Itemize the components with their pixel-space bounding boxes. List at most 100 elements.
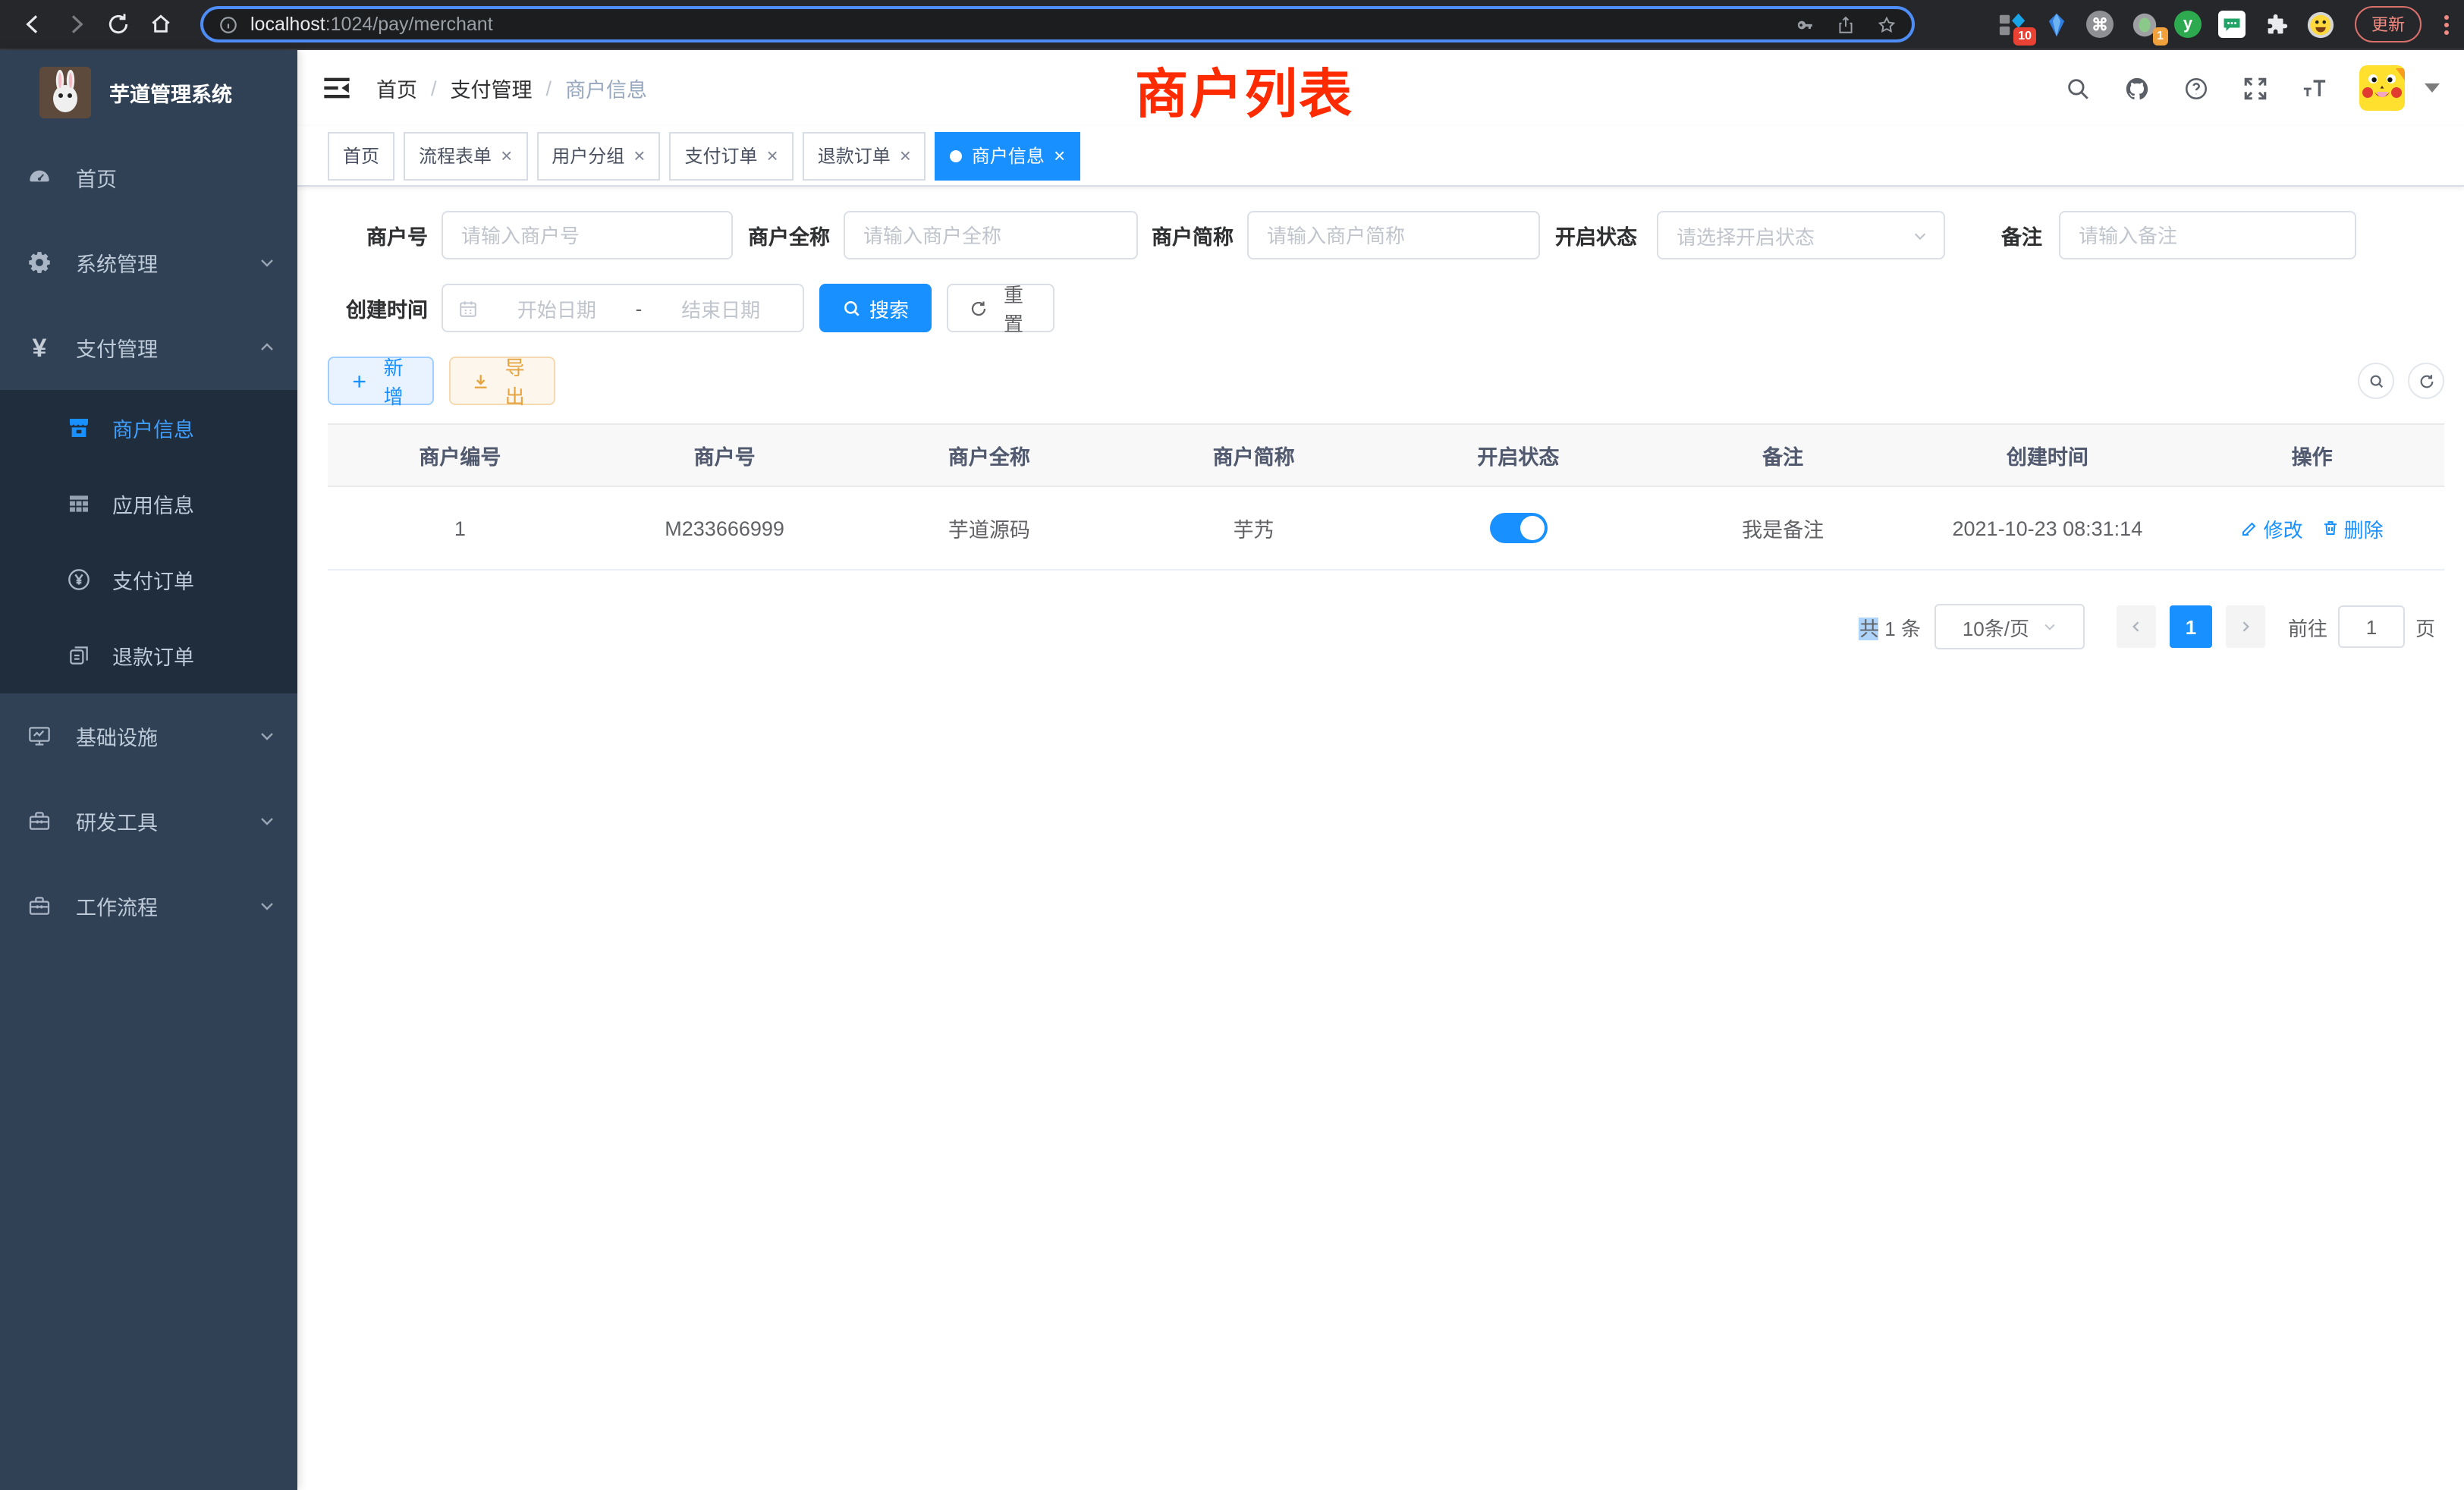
update-button[interactable]: 更新 [2355,6,2422,42]
document-icon [67,643,91,668]
delete-link[interactable]: 删除 [2321,514,2384,542]
tab-merchant-info[interactable]: 商户信息 × [935,131,1080,180]
plus-icon [350,371,368,391]
next-page-button[interactable] [2226,605,2265,648]
extension-command-icon[interactable]: ⌘ [2085,9,2115,39]
content: 首页 / 支付管理 / 商户信息 首页 流程表单× [297,50,2464,1490]
table-header-row: 商户编号 商户号 商户全称 商户简称 开启状态 备注 创建时间 操作 [328,425,2444,487]
close-icon[interactable]: × [501,146,512,165]
briefcase-icon [27,894,52,918]
tab-process-form[interactable]: 流程表单× [404,131,527,180]
chevron-left-icon [2129,619,2144,634]
export-button-label: 导出 [497,352,533,410]
tab-user-group[interactable]: 用户分组× [536,131,660,180]
sidebar-item-label: 支付管理 [76,332,158,363]
sidebar-item-dev-tools[interactable]: 研发工具 [0,778,297,863]
sidebar-item-app-info[interactable]: 应用信息 [0,466,297,542]
col-remark: 备注 [1651,425,1916,486]
close-icon[interactable]: × [1054,146,1065,165]
user-avatar[interactable] [2359,65,2405,111]
table-row: 1 M233666999 芋道源码 芋艿 我是备注 2021-10-23 08:… [328,487,2444,571]
extension-yuque-icon[interactable]: y [2173,9,2203,39]
edit-link[interactable]: 修改 [2241,514,2303,542]
close-icon[interactable]: × [900,146,911,165]
back-icon[interactable] [15,6,52,42]
share-icon[interactable] [1836,14,1856,34]
col-status: 开启状态 [1386,425,1651,486]
sidebar-item-merchant-info[interactable]: 商户信息 [0,390,297,466]
tab-refund-order[interactable]: 退款订单× [803,131,926,180]
page-size-select[interactable]: 10条/页 [1934,604,2085,649]
extension-account-icon[interactable]: 1 [2129,9,2159,39]
reset-button[interactable]: 重置 [947,284,1054,332]
sidebar-item-pay-order[interactable]: 支付订单 [0,542,297,618]
url-text[interactable]: localhost:1024/pay/merchant [250,14,1783,35]
password-key-icon[interactable] [1795,14,1815,34]
status-toggle[interactable] [1489,513,1547,543]
col-merchant-no: 商户号 [592,425,857,486]
sidebar-item-home[interactable]: 首页 [0,135,297,220]
close-icon[interactable]: × [633,146,645,165]
reload-icon[interactable] [100,6,137,42]
bookmark-star-icon[interactable] [1877,14,1897,34]
navbar: 首页 / 支付管理 / 商户信息 [297,50,2464,126]
edit-pencil-icon [2241,519,2259,537]
font-size-icon[interactable] [2300,74,2327,102]
page-number-1[interactable]: 1 [2170,605,2212,648]
sidebar-item-label: 系统管理 [76,247,158,278]
status-select[interactable]: 请选择开启状态 [1657,211,1945,259]
export-button[interactable]: 导出 [449,357,555,405]
tab-label: 商户信息 [972,143,1045,168]
home-icon[interactable] [143,6,179,42]
command-glyph: ⌘ [2086,11,2114,38]
user-menu-caret-icon[interactable] [2425,83,2440,93]
sidebar-collapse-icon[interactable] [322,73,352,103]
extension-emoji-icon[interactable] [2305,9,2335,39]
delete-label: 删除 [2344,514,2384,542]
tab-pay-order[interactable]: 支付订单× [669,131,793,180]
extension-chat-icon[interactable] [2217,9,2247,39]
fullscreen-icon[interactable] [2241,74,2268,102]
sidebar-item-refund-order[interactable]: 退款订单 [0,618,297,693]
browser-menu-icon[interactable] [2444,14,2449,34]
col-actions: 操作 [2180,425,2444,486]
full-name-input[interactable] [844,211,1138,259]
tab-home[interactable]: 首页 [328,131,394,180]
refresh-table-button[interactable] [2408,363,2444,399]
breadcrumb-home[interactable]: 首页 [376,73,417,103]
close-icon[interactable]: × [767,146,778,165]
help-icon[interactable] [2182,74,2209,102]
search-button[interactable]: 搜索 [819,284,932,332]
merchant-no-input[interactable] [442,211,733,259]
sidebar-logo[interactable]: 芋道管理系统 [0,50,297,135]
toggle-search-button[interactable] [2358,363,2394,399]
create-time-range-picker[interactable]: 开始日期 - 结束日期 [442,284,804,332]
forward-icon[interactable] [58,6,94,42]
address-bar[interactable]: localhost:1024/pay/merchant [200,6,1915,42]
page-size-value: 10条/页 [1963,612,2029,641]
pagination-total: 共 1 条 [1859,612,1921,641]
site-info-icon[interactable] [218,14,238,34]
short-name-input[interactable] [1247,211,1540,259]
active-dot [951,149,963,162]
extensions-puzzle-icon[interactable] [2261,9,2291,39]
cell-create-time: 2021-10-23 08:31:14 [1916,487,2180,569]
tags-view-bar: 首页 流程表单× 用户分组× 支付订单× 退款订单× 商户信息 × [297,126,2464,187]
sidebar-item-label: 基础设施 [76,721,158,751]
extension-blocks-icon[interactable]: 10 [1997,9,2027,39]
sidebar-item-workflow[interactable]: 工作流程 [0,863,297,948]
cell-merchant-id: 1 [328,487,592,569]
sidebar-item-infrastructure[interactable]: 基础设施 [0,693,297,778]
sidebar-item-payment[interactable]: ¥ 支付管理 [0,305,297,390]
breadcrumb-payment[interactable]: 支付管理 [451,73,533,103]
add-button[interactable]: 新增 [328,357,434,405]
extension-gem-icon[interactable] [2041,9,2071,39]
col-merchant-id: 商户编号 [328,425,592,486]
sidebar-item-system[interactable]: 系统管理 [0,220,297,305]
page: localhost:1024/pay/merchant 10 ⌘ 1 [0,0,2464,1490]
github-icon[interactable] [2123,74,2150,102]
remark-input[interactable] [2059,211,2356,259]
search-icon[interactable] [2063,74,2091,102]
goto-page-input[interactable] [2338,605,2405,648]
prev-page-button[interactable] [2117,605,2156,648]
